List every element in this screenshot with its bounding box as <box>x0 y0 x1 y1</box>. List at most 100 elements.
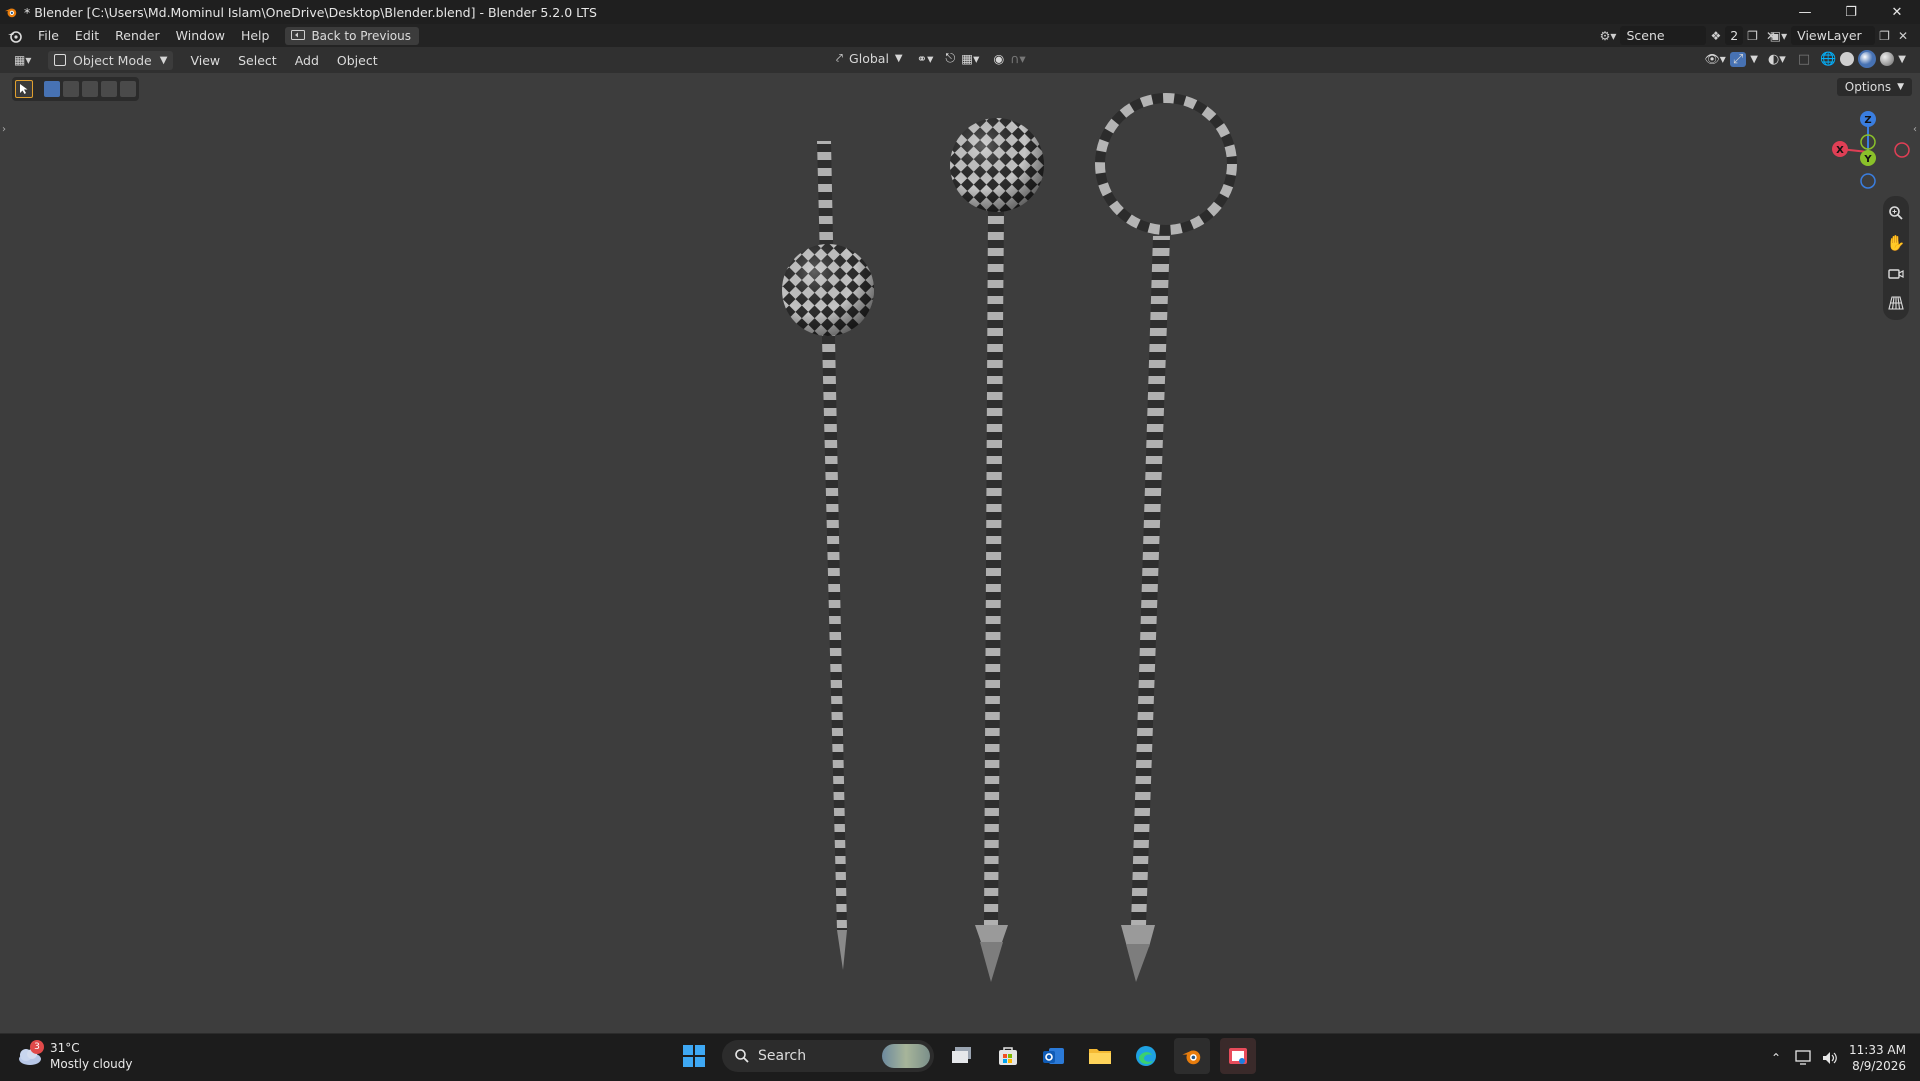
zoom-icon[interactable] <box>1885 200 1907 226</box>
chevron-up-icon[interactable]: ⌃ <box>1771 1051 1781 1065</box>
select-subtract-mode-icon[interactable] <box>82 81 98 97</box>
rendered-shading-icon[interactable] <box>1880 52 1895 66</box>
menu-edit[interactable]: Edit <box>67 28 107 43</box>
delete-viewlayer-icon[interactable]: ✕ <box>1894 26 1912 45</box>
minimize-icon[interactable]: — <box>1782 0 1828 24</box>
back-to-previous-button[interactable]: Back to Previous <box>285 26 419 45</box>
viewlayer-name-field[interactable]: ViewLayer <box>1791 26 1876 45</box>
scene-users-count[interactable]: 2 <box>1725 26 1744 45</box>
scene-name-text: Scene <box>1626 28 1665 43</box>
window-title: * Blender [C:\Users\Md.Mominul Islam\One… <box>24 4 597 20</box>
menu-select[interactable]: Select <box>229 53 286 68</box>
pin-shaft <box>984 210 1004 925</box>
gizmo-neg-z-axis[interactable] <box>1860 173 1876 189</box>
viewport-menus: View Select Add Object <box>181 53 386 68</box>
chevron-down-icon: ▼ <box>159 54 168 66</box>
grid-icon <box>1888 296 1904 310</box>
viewlayer-icon[interactable]: ▣▾ <box>1766 26 1791 45</box>
menu-file[interactable]: File <box>30 28 67 43</box>
scene-icon[interactable]: ⚙▾ <box>1596 26 1621 45</box>
proportional-edit-icon[interactable]: ◉ <box>993 51 1004 66</box>
pin-with-sphere-top[interactable] <box>950 118 1044 982</box>
search-highlight-image <box>882 1044 930 1068</box>
orientation-icon[interactable]: ⤤ <box>836 50 843 66</box>
transform-orientation-dropdown[interactable]: Global <box>849 51 889 66</box>
solid-shading-icon[interactable] <box>1840 52 1855 66</box>
pin-with-sphere-mid[interactable] <box>782 141 874 970</box>
wireframe-shading-icon[interactable]: 🌐 <box>1820 52 1836 67</box>
object-mode-dropdown[interactable]: Object Mode ▼ <box>48 50 174 70</box>
gizmo-y-label: Y <box>1863 154 1872 165</box>
task-view-icon[interactable] <box>944 1038 980 1074</box>
file-explorer-icon[interactable] <box>1082 1038 1118 1074</box>
taskbar-search[interactable]: Search <box>722 1040 934 1072</box>
window-titlebar: * Blender [C:\Users\Md.Mominul Islam\One… <box>0 0 1920 24</box>
blender-menu-icon[interactable] <box>6 28 24 44</box>
chevron-down-icon[interactable]: ▼ <box>1898 54 1906 65</box>
falloff-icon[interactable]: ∩▾ <box>1010 51 1025 66</box>
select-extend-mode-icon[interactable] <box>63 81 79 97</box>
outlook-icon[interactable] <box>1036 1038 1072 1074</box>
select-intersect-mode-icon[interactable] <box>120 81 136 97</box>
sphere-shading <box>950 118 1044 212</box>
snap-icon[interactable]: ⎋ <box>945 50 955 66</box>
object-mode-icon <box>54 54 66 66</box>
magnifier-icon <box>1889 206 1903 220</box>
material-shading-icon[interactable] <box>1858 50 1877 68</box>
3d-viewport[interactable] <box>0 73 1920 1033</box>
pivot-icon[interactable]: ⚭▾ <box>917 51 934 66</box>
window-controls: — ❐ ✕ <box>1782 0 1920 24</box>
restore-icon[interactable]: ❐ <box>1828 0 1874 24</box>
select-box-tool-icon[interactable] <box>15 80 33 98</box>
snap-target-icon[interactable]: ▦▾ <box>961 51 979 66</box>
gizmo-neg-x-axis[interactable] <box>1894 142 1910 158</box>
overlay-icon[interactable]: ◐▾ <box>1768 52 1786 67</box>
network-icon[interactable] <box>1795 1049 1813 1066</box>
select-new-mode-icon[interactable] <box>44 81 60 97</box>
clock[interactable]: 11:33 AM 8/9/2026 <box>1849 1042 1906 1074</box>
pin-with-ring-top[interactable] <box>1095 93 1237 982</box>
weather-widget[interactable]: 3 31°C Mostly cloudy <box>16 1040 133 1072</box>
chevron-down-icon[interactable]: ▼ <box>895 53 903 64</box>
menu-add[interactable]: Add <box>286 53 328 68</box>
menu-view[interactable]: View <box>181 53 229 68</box>
menu-window[interactable]: Window <box>168 28 233 43</box>
pin-tip <box>837 930 847 970</box>
sidebar-toggle-icon[interactable]: › <box>2 124 6 135</box>
menu-object[interactable]: Object <box>328 53 387 68</box>
system-tray: ⌃ 11:33 AM 8/9/2026 <box>1771 1034 1920 1081</box>
editor-type-icon[interactable]: ▦▾ <box>10 50 35 69</box>
options-dropdown[interactable]: Options ▼ <box>1836 78 1912 96</box>
chevron-down-icon: ▼ <box>1897 82 1904 92</box>
menu-render[interactable]: Render <box>107 28 168 43</box>
windows-start-icon[interactable] <box>676 1038 712 1074</box>
select-tool-bar <box>12 77 139 101</box>
clock-time: 11:33 AM <box>1849 1042 1906 1057</box>
new-scene-icon[interactable]: ❐ <box>1743 26 1762 45</box>
navigation-gizmo[interactable]: Z X Y <box>1820 104 1920 194</box>
xray-icon[interactable]: □ <box>1798 52 1810 67</box>
search-icon <box>735 1049 749 1063</box>
visibility-icon[interactable]: 👁▾ <box>1705 52 1726 66</box>
close-icon[interactable]: ✕ <box>1874 0 1920 24</box>
object-mode-label: Object Mode <box>73 52 152 68</box>
new-viewlayer-icon[interactable]: ❐ <box>1875 26 1894 45</box>
cloud-icon: 3 <box>16 1040 44 1068</box>
snipping-tool-icon[interactable] <box>1220 1038 1256 1074</box>
taskbar-apps: Search <box>676 1038 1256 1074</box>
blender-app-icon[interactable] <box>1174 1038 1210 1074</box>
pan-hand-icon[interactable]: ✋ <box>1885 230 1907 256</box>
menu-help[interactable]: Help <box>233 28 278 43</box>
search-label: Search <box>758 1048 807 1064</box>
edge-browser-icon[interactable] <box>1128 1038 1164 1074</box>
pin-icon[interactable]: ❖ <box>1706 26 1725 45</box>
viewport-scene <box>782 93 1237 982</box>
microsoft-store-icon[interactable] <box>990 1038 1026 1074</box>
perspective-grid-icon[interactable] <box>1885 290 1907 316</box>
camera-view-icon[interactable] <box>1885 260 1907 286</box>
chevron-down-icon[interactable]: ▼ <box>1750 54 1758 65</box>
gizmo-toggle-icon[interactable]: ⤢ <box>1729 51 1747 67</box>
volume-icon[interactable] <box>1821 1050 1839 1066</box>
select-invert-mode-icon[interactable] <box>101 81 117 97</box>
scene-name-field[interactable]: Scene <box>1620 26 1707 45</box>
